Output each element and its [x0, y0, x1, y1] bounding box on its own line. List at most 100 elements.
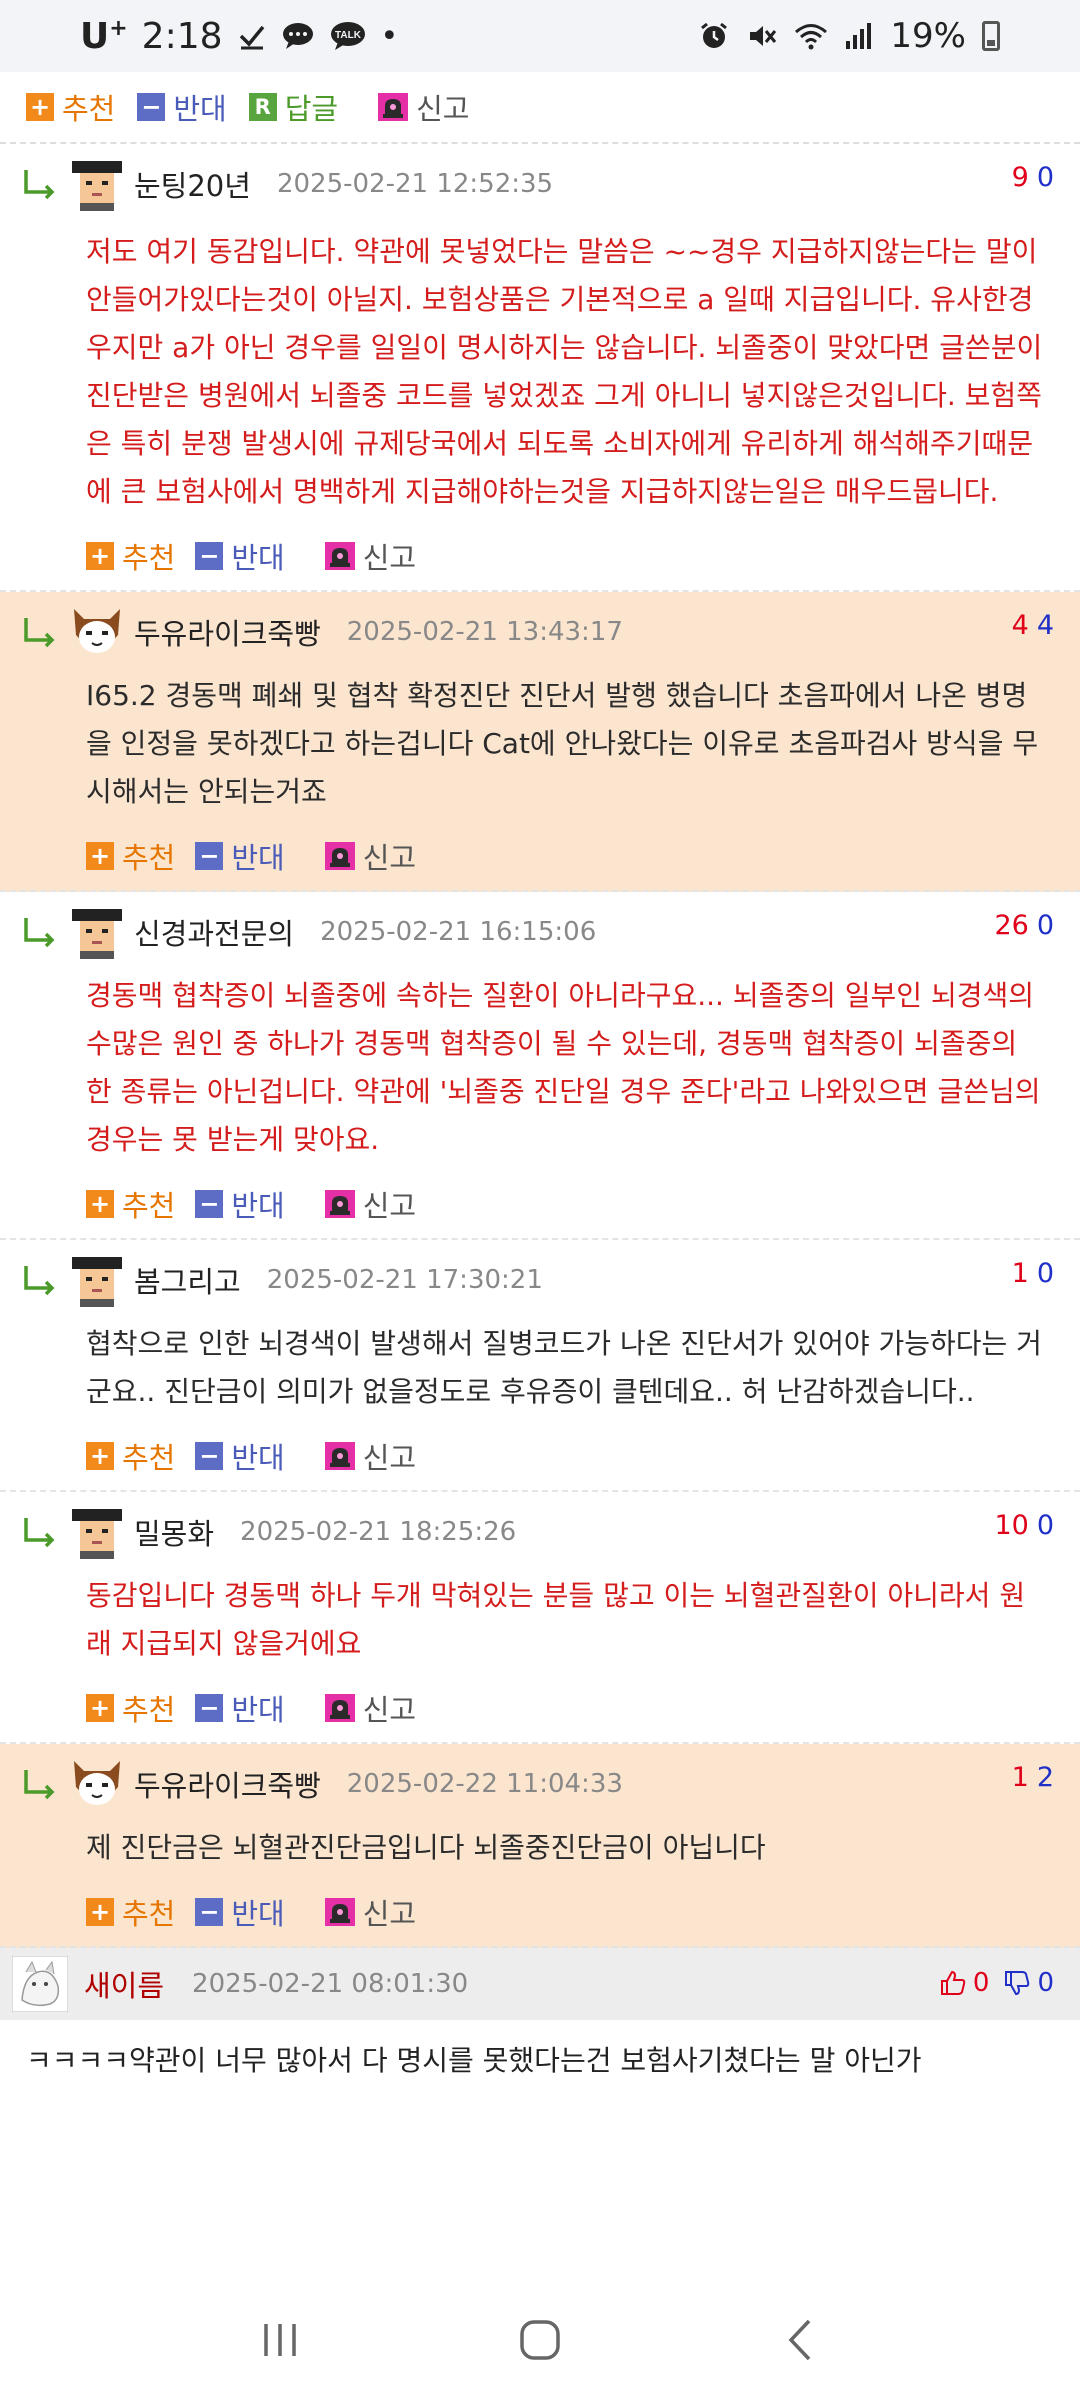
reply-button[interactable]: R 답글	[248, 86, 338, 128]
downvote-count: 0	[1036, 910, 1054, 941]
report-button[interactable]: 신고	[378, 86, 470, 128]
oppose-button[interactable]: − 반대	[195, 1183, 285, 1225]
comment-author[interactable]: 밀몽화	[134, 1511, 214, 1553]
vote-counts: 26 0	[994, 910, 1054, 941]
comment-text: 동감입니다 경동맥 하나 두개 막혀있는 분들 많고 이는 뇌혈관질환이 아니라…	[86, 1579, 1026, 1660]
upvote-count: 26	[994, 910, 1029, 941]
talk-icon: TALK	[330, 22, 365, 50]
oppose-button[interactable]: − 반대	[195, 1435, 285, 1477]
carrier-label: U+	[80, 15, 128, 57]
comment-date: 2025-02-21 16:15:06	[320, 917, 597, 947]
comment-date: 2025-02-21 08:01:30	[192, 1969, 469, 1999]
downvote-count: 0	[1036, 1510, 1054, 1541]
back-button[interactable]	[770, 2310, 830, 2370]
upvote-count: 0	[972, 1968, 990, 1998]
comment-author[interactable]: 두유라이크죽빵	[134, 611, 321, 653]
reply-arrow-icon	[24, 918, 55, 948]
home-button[interactable]	[510, 2310, 570, 2370]
reply-arrow-icon	[24, 618, 55, 648]
plus-icon: +	[86, 1190, 114, 1218]
wifi-icon	[795, 24, 828, 50]
signal-icon	[846, 23, 872, 49]
oppose-button[interactable]: − 반대	[195, 535, 285, 577]
thumbs-up-icon[interactable]	[939, 1969, 967, 1997]
recommend-button[interactable]: + 추천	[86, 1435, 175, 1477]
message-icon	[282, 23, 313, 49]
upvote-count: 1	[1011, 1258, 1029, 1289]
home-icon	[520, 2320, 560, 2360]
avatar	[70, 1505, 124, 1559]
comment-actions: + 추천 − 반대 신고	[0, 1170, 1080, 1238]
comment-author[interactable]: 새이름	[84, 1963, 164, 2005]
siren-icon	[324, 842, 355, 870]
avatar	[74, 1761, 120, 1805]
siren-icon	[324, 1898, 355, 1926]
minus-icon: −	[137, 93, 166, 121]
recommend-button[interactable]: + 추천	[86, 1687, 175, 1729]
thumbs-down-icon[interactable]	[1003, 1969, 1031, 1997]
oppose-button[interactable]: − 반대	[195, 835, 285, 877]
comment-item: 두유라이크죽빵 2025-02-21 13:43:17 44 I65.2 경동맥…	[0, 592, 1080, 892]
upvote-count: 9	[1011, 162, 1029, 193]
avatar	[70, 157, 124, 211]
system-nav-bar	[0, 2280, 1080, 2400]
recommend-button[interactable]: + 추천	[86, 1183, 175, 1225]
comment-actions: + 추천 − 반대 신고	[0, 1674, 1080, 1742]
report-button[interactable]: 신고	[324, 1687, 416, 1729]
upvote-count: 1	[1011, 1762, 1029, 1793]
siren-icon	[324, 542, 355, 570]
recommend-button[interactable]: + 추천	[86, 535, 175, 577]
siren-icon	[324, 1442, 355, 1470]
siren-icon	[324, 1190, 355, 1218]
comment-date: 2025-02-22 11:04:33	[346, 1769, 623, 1799]
comment-text: 경동맥 협착증이 뇌졸중에 속하는 질환이 아니라구요... 뇌졸중의 일부인 …	[86, 979, 1041, 1156]
report-button[interactable]: 신고	[324, 1891, 416, 1933]
upvote-count: 10	[994, 1510, 1029, 1541]
reply-icon: R	[248, 93, 277, 121]
plus-icon: +	[86, 1898, 114, 1926]
comment-text: 제 진단금은 뇌혈관진단금입니다 뇌졸중진단금이 아닙니다	[86, 1831, 766, 1864]
oppose-button[interactable]: − 반대	[137, 86, 227, 128]
comment-item: 밀몽화 2025-02-21 18:25:26 10 0 동감입니다 경동맥 하나…	[0, 1492, 1080, 1744]
comment-author[interactable]: 봄그리고	[134, 1259, 241, 1301]
comment-author[interactable]: 두유라이크죽빵	[134, 1763, 321, 1805]
report-button[interactable]: 신고	[324, 1435, 416, 1477]
report-button[interactable]: 신고	[324, 1183, 416, 1225]
recommend-button[interactable]: + 추천	[86, 1891, 175, 1933]
recommend-button[interactable]: + 추천	[86, 835, 175, 877]
reply-arrow-icon	[24, 1266, 55, 1296]
reply-arrow-icon	[24, 170, 55, 200]
comment-date: 2025-02-21 17:30:21	[266, 1265, 543, 1295]
downvote-count: 0	[1036, 162, 1054, 193]
plus-icon: +	[86, 842, 114, 870]
minus-icon: −	[195, 842, 224, 870]
comment-text: 저도 여기 동감입니다. 약관에 못넣었다는 말씀은 ~~경우 지급하지않는다는…	[86, 235, 1043, 508]
minus-icon: −	[195, 1898, 224, 1926]
comment-header: 새이름 2025-02-21 08:01:30 0 0	[0, 1948, 1080, 2020]
minus-icon: −	[195, 542, 224, 570]
avatar	[74, 609, 120, 653]
comment-author[interactable]: 눈팅20년	[134, 163, 251, 205]
downvote-count: 0	[1037, 1968, 1054, 1998]
recent-apps-button[interactable]	[250, 2310, 310, 2370]
recommend-button[interactable]: + 추천	[26, 86, 115, 128]
mute-icon	[750, 26, 777, 46]
vote-counts: 44	[1012, 610, 1054, 641]
comment-date: 2025-02-21 12:52:35	[276, 169, 554, 199]
report-button[interactable]: 신고	[324, 835, 416, 877]
minus-icon: −	[195, 1190, 224, 1218]
comment-date: 2025-02-21 18:25:26	[240, 1517, 517, 1547]
comment-actions: + 추천 − 반대 신고	[0, 1878, 1080, 1946]
status-left: U+ 2:18 TALK •	[80, 16, 398, 57]
report-button[interactable]: 신고	[324, 535, 416, 577]
back-icon	[788, 2319, 811, 2361]
oppose-button[interactable]: − 반대	[195, 1687, 285, 1729]
minus-icon: −	[195, 1442, 224, 1470]
siren-icon	[324, 1694, 355, 1722]
oppose-button[interactable]: − 반대	[195, 1891, 285, 1933]
battery-percent: 19%	[890, 16, 966, 56]
minus-icon: −	[195, 1694, 224, 1722]
comment-author[interactable]: 신경과전문의	[134, 911, 294, 953]
avatar	[70, 905, 124, 959]
comment-date: 2025-02-21 13:43:17	[346, 617, 623, 647]
